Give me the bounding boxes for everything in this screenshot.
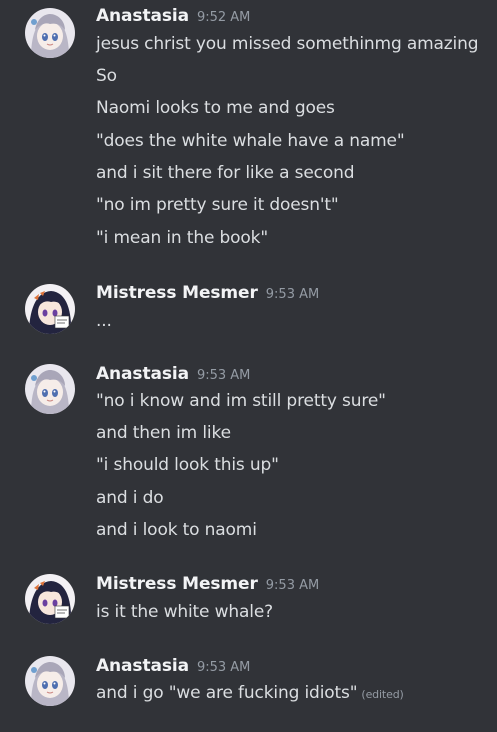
message-text: Naomi looks to me and goes xyxy=(96,98,335,118)
message-group: Mistress Mesmer 9:53 AM is it the white w… xyxy=(0,574,497,634)
message-text: "does the white whale have a name" xyxy=(96,131,405,151)
timestamp[interactable]: 9:53 AM xyxy=(197,368,250,383)
message-text: "i mean in the book" xyxy=(96,228,269,248)
anastasia-avatar-icon xyxy=(25,656,75,706)
anastasia-avatar-icon xyxy=(25,364,75,414)
message-group: Anastasia 9:53 AM and i go "we are fuckin… xyxy=(0,656,497,716)
message-group: Mistress Mesmer 9:53 AM ... xyxy=(0,283,497,343)
message-text: and i do xyxy=(96,488,164,508)
mistress-mesmer-avatar-icon xyxy=(25,574,75,624)
avatar-mistress-mesmer[interactable] xyxy=(25,574,75,624)
message-text: and i sit there for like a second xyxy=(96,163,355,183)
mistress-mesmer-avatar-icon xyxy=(25,284,75,334)
edited-label: (edited) xyxy=(361,688,404,701)
message-header: Mistress Mesmer 9:53 AM xyxy=(96,283,319,305)
message-header: Anastasia 9:53 AM xyxy=(96,364,250,386)
message-text: So xyxy=(96,66,117,86)
message-text-content: and i go "we are fucking idiots" xyxy=(96,683,358,703)
message-header: Anastasia 9:53 AM xyxy=(96,656,250,678)
username[interactable]: Anastasia xyxy=(96,6,189,26)
username[interactable]: Mistress Mesmer xyxy=(96,574,258,594)
username[interactable]: Anastasia xyxy=(96,364,189,384)
username[interactable]: Anastasia xyxy=(96,656,189,676)
message-text: is it the white whale? xyxy=(96,602,274,622)
message-group: Anastasia 9:52 AM jesus christ you missed… xyxy=(0,6,497,256)
message-text: "no i know and im still pretty sure" xyxy=(96,391,386,411)
message-text: ... xyxy=(96,311,112,331)
timestamp[interactable]: 9:53 AM xyxy=(266,578,319,593)
avatar-anastasia[interactable] xyxy=(25,364,75,414)
avatar-anastasia[interactable] xyxy=(25,656,75,706)
timestamp[interactable]: 9:53 AM xyxy=(266,287,319,302)
anastasia-avatar-icon xyxy=(25,8,75,58)
message-header: Anastasia 9:52 AM xyxy=(96,6,250,28)
message-text: and i go "we are fucking idiots" (edited) xyxy=(96,683,404,703)
message-text: "no im pretty sure it doesn't" xyxy=(96,195,339,215)
avatar-mistress-mesmer[interactable] xyxy=(25,284,75,334)
message-text: "i should look this up" xyxy=(96,455,279,475)
message-text: and then im like xyxy=(96,423,231,443)
timestamp[interactable]: 9:52 AM xyxy=(197,10,250,25)
avatar-anastasia[interactable] xyxy=(25,8,75,58)
message-text: and i look to naomi xyxy=(96,520,257,540)
timestamp[interactable]: 9:53 AM xyxy=(197,660,250,675)
message-header: Mistress Mesmer 9:53 AM xyxy=(96,574,319,596)
username[interactable]: Mistress Mesmer xyxy=(96,283,258,303)
message-text: jesus christ you missed somethinmg amazi… xyxy=(96,34,479,54)
message-group: Anastasia 9:53 AM "no i know and im still… xyxy=(0,364,497,549)
message-list: Anastasia 9:52 AM jesus christ you missed… xyxy=(0,0,497,732)
